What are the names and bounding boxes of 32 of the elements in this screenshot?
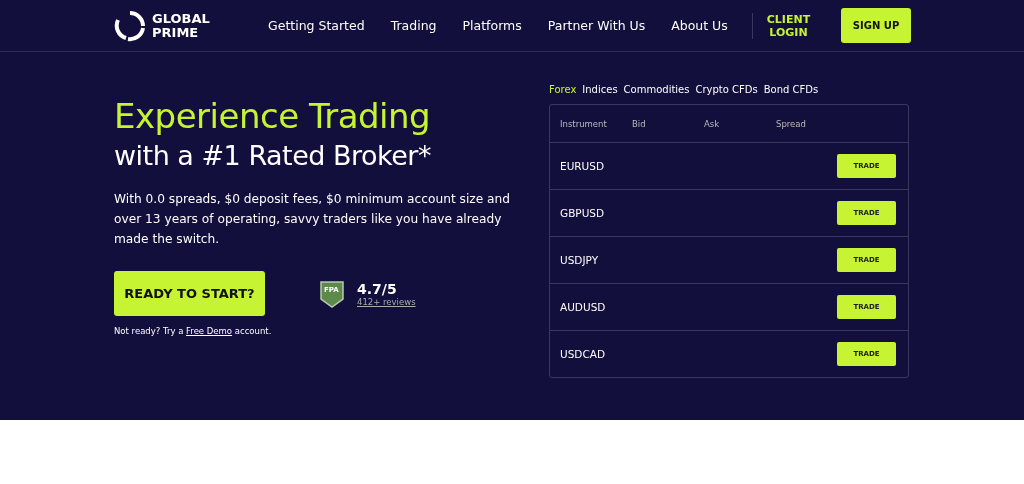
hero-description: With 0.0 spreads, $0 deposit fees, $0 minimum account size and over 13 years of operating, savvy traders like you have already made the switch. xyxy=(114,191,511,248)
column-header: Ask xyxy=(704,118,721,129)
free-demo-link[interactable]: Free Demo xyxy=(186,326,233,336)
logo-icon xyxy=(114,9,146,42)
ready-to-start-button[interactable]: READY TO START? xyxy=(114,271,265,316)
market-tab[interactable]: Crypto CFDs xyxy=(695,84,758,95)
nav-link[interactable]: About Us xyxy=(671,18,728,33)
hero-subheadline: with a #1 Rated Broker* xyxy=(114,140,432,171)
column-header: Instrument xyxy=(560,118,608,129)
rating-score: 4.7/5 xyxy=(357,280,398,297)
market-tab[interactable]: Indices xyxy=(582,84,618,95)
shield-badge-icon xyxy=(319,278,345,309)
instrument-cell: AUDUSD xyxy=(560,301,606,313)
sign-up-button[interactable]: SIGN UP xyxy=(841,8,911,43)
nav-link[interactable]: Partner With Us xyxy=(547,18,646,33)
hero-headline: Experience Trading xyxy=(114,96,432,136)
market-tab[interactable]: Commodities xyxy=(623,84,690,95)
brand-name: GLOBAL PRIME xyxy=(152,11,210,40)
instrument-cell: USDCAD xyxy=(560,348,606,360)
instrument-cell: GBPUSD xyxy=(560,207,605,219)
instrument-cell: EURUSD xyxy=(560,160,605,172)
market-tab[interactable]: Forex xyxy=(549,84,577,95)
market-tab[interactable]: Bond CFDs xyxy=(763,84,819,95)
column-header: Bid xyxy=(632,118,647,129)
nav-link[interactable]: Getting Started xyxy=(268,18,365,33)
reviews-link[interactable]: 412+ reviews xyxy=(357,296,416,307)
client-login-link[interactable]: CLIENT LOGIN xyxy=(766,12,811,39)
column-header: Spread xyxy=(776,118,807,129)
nav-link[interactable]: Trading xyxy=(390,18,437,33)
nav-link[interactable]: Platforms xyxy=(462,18,522,33)
demo-note: Not ready? Try a Free Demo account. xyxy=(114,326,273,336)
instrument-cell: USDJPY xyxy=(560,254,599,266)
